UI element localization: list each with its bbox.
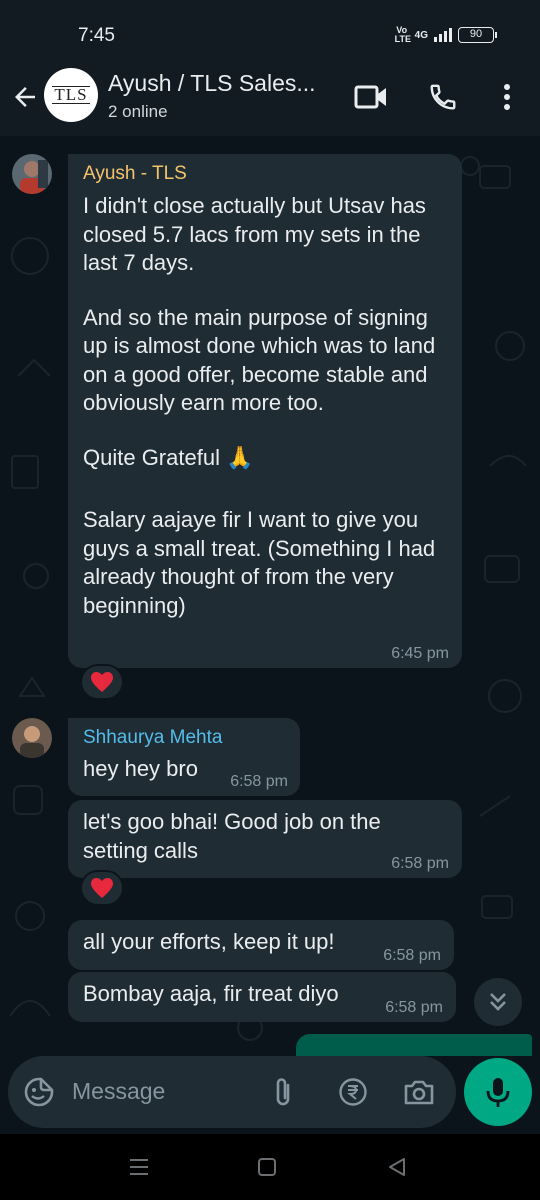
back-arrow-icon[interactable] <box>10 82 40 112</box>
heart-icon <box>91 672 113 692</box>
message-text: And so the main purpose of signing up is… <box>83 304 442 416</box>
message-text: hey hey bro <box>83 756 198 781</box>
chat-online-status: 2 online <box>108 102 168 121</box>
network-type: 4G <box>414 29 428 41</box>
phone-icon[interactable] <box>426 80 460 114</box>
status-icons: Vo LTE 4G 90 <box>394 25 497 44</box>
volte-indicator: Vo LTE <box>394 25 411 44</box>
home-icon[interactable] <box>252 1154 282 1180</box>
message-time: 6:58 pm <box>385 999 443 1016</box>
sender-avatar[interactable] <box>12 718 52 758</box>
sender-name: Ayush - TLS <box>83 163 187 184</box>
message-bubble[interactable]: Shhaurya Mehta hey hey bro 6:58 pm <box>68 718 300 796</box>
recents-menu-icon[interactable] <box>124 1154 154 1180</box>
group-avatar-logo: TLS <box>52 85 90 104</box>
message-text: I didn't close actually but Utsav has cl… <box>83 193 433 275</box>
rupee-payment-icon[interactable] <box>336 1075 370 1109</box>
back-nav-icon[interactable] <box>382 1154 412 1180</box>
mic-icon <box>486 1078 510 1107</box>
mic-button[interactable] <box>464 1058 532 1126</box>
outgoing-message-bubble[interactable] <box>296 1034 532 1056</box>
group-avatar[interactable]: TLS <box>44 68 98 122</box>
message-bubble[interactable]: Bombay aaja, fir treat diyo 6:58 pm <box>68 972 456 1022</box>
message-bubble[interactable]: Ayush - TLS I didn't close actually but … <box>68 154 462 668</box>
chat-header: TLS Ayush / TLS Sales... 2 online <box>0 58 540 136</box>
heart-icon <box>91 878 113 898</box>
message-text: Bombay aaja, fir treat diyo <box>83 981 339 1006</box>
message-input-bar[interactable]: Message <box>8 1056 456 1128</box>
heart-reaction[interactable] <box>80 664 124 700</box>
message-time: 6:58 pm <box>383 947 441 964</box>
status-time: 7:45 <box>78 25 115 46</box>
message-text: all your efforts, keep it up! <box>83 929 335 954</box>
battery-icon: 90 <box>458 27 497 43</box>
message-body: I didn't close actually but Utsav has cl… <box>83 192 453 620</box>
message-input[interactable]: Message <box>72 1078 165 1105</box>
message-text: let's goo bhai! Good job on the setting … <box>83 809 387 863</box>
more-vert-icon[interactable] <box>490 80 524 114</box>
sender-avatar[interactable] <box>12 154 52 194</box>
camera-icon[interactable] <box>402 1075 436 1109</box>
message-bubble[interactable]: all your efforts, keep it up! 6:58 pm <box>68 920 454 970</box>
heart-reaction[interactable] <box>80 870 124 906</box>
message-time: 6:58 pm <box>391 855 449 872</box>
emoji-icon[interactable] <box>22 1075 56 1109</box>
message-time: 6:45 pm <box>391 645 449 662</box>
message-time: 6:58 pm <box>230 773 288 790</box>
message-bubble[interactable]: let's goo bhai! Good job on the setting … <box>68 800 462 878</box>
system-nav-bar <box>0 1134 540 1200</box>
chat-area[interactable]: Ayush - TLS I didn't close actually but … <box>0 136 540 1056</box>
sender-name: Shhaurya Mehta <box>83 727 223 748</box>
attach-icon[interactable] <box>266 1075 300 1109</box>
video-call-icon[interactable] <box>354 80 388 114</box>
chat-title[interactable]: Ayush / TLS Sales... <box>108 70 316 97</box>
scroll-to-bottom-button[interactable] <box>474 978 522 1026</box>
message-text: Quite Grateful 🙏 <box>83 444 254 470</box>
status-bar: 7:45 Vo LTE 4G 90 <box>0 0 540 58</box>
double-chevron-down-icon <box>490 993 506 1011</box>
message-text: Salary aajaye fir I want to give you guy… <box>83 507 442 618</box>
signal-icon <box>434 28 452 42</box>
